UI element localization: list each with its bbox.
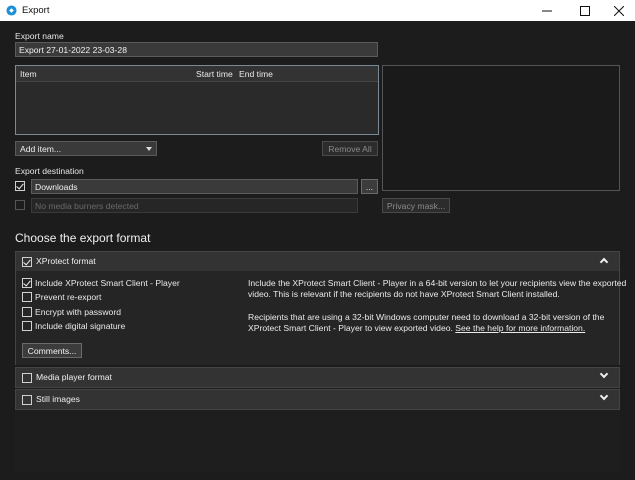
still-images-label: Still images <box>36 394 80 404</box>
prevent-reexport-checkbox[interactable] <box>22 292 32 302</box>
export-destination-label: Export destination <box>15 166 84 176</box>
list-header: Item Start time End time <box>16 66 378 82</box>
title-bar: Export <box>0 0 635 21</box>
maximize-button[interactable] <box>567 0 603 21</box>
encrypt-password-checkbox[interactable] <box>22 307 32 317</box>
preview-pane <box>382 65 620 191</box>
description-line: video. This is relevant if the recipient… <box>248 289 560 299</box>
player-description: Include the XProtect Smart Client - Play… <box>248 278 633 300</box>
include-player-checkbox[interactable] <box>22 278 32 288</box>
media-burner-checkbox[interactable] <box>15 200 25 210</box>
chevron-down-icon <box>146 147 152 151</box>
x32-description: Recipients that are using a 32-bit Windo… <box>248 312 633 334</box>
media-burner-select[interactable]: No media burners detected <box>31 198 358 213</box>
media-burner-placeholder: No media burners detected <box>35 201 139 211</box>
column-item[interactable]: Item <box>20 69 37 79</box>
close-icon <box>614 5 624 16</box>
export-item-list[interactable]: Item Start time End time <box>15 65 379 135</box>
xprotect-format-label: XProtect format <box>36 256 96 266</box>
close-button[interactable] <box>601 0 635 21</box>
media-player-format-label: Media player format <box>36 372 112 382</box>
maximize-icon <box>580 5 590 16</box>
still-images-checkbox[interactable] <box>22 395 32 405</box>
xprotect-format-section-header[interactable]: XProtect format <box>15 251 620 272</box>
description-line: Include the XProtect Smart Client - Play… <box>248 278 627 288</box>
digital-signature-checkbox[interactable] <box>22 321 32 331</box>
empty-bottom-area <box>15 410 620 472</box>
comments-button[interactable]: Comments... <box>22 343 82 358</box>
xprotect-icon <box>6 5 17 16</box>
media-player-format-section-header[interactable]: Media player format <box>15 367 620 388</box>
prevent-reexport-label: Prevent re-export <box>35 292 102 302</box>
privacy-mask-button[interactable]: Privacy mask... <box>382 198 450 213</box>
description-line: Recipients that are using a 32-bit Windo… <box>248 312 605 322</box>
include-player-label: Include XProtect Smart Client - Player <box>35 278 180 288</box>
chevron-down-icon[interactable] <box>599 391 609 401</box>
minimize-button[interactable] <box>529 0 565 21</box>
xprotect-format-checkbox[interactable] <box>22 257 32 267</box>
description-line: XProtect Smart Client - Player to view e… <box>248 323 633 334</box>
description-text: XProtect Smart Client - Player to view e… <box>248 323 453 333</box>
format-heading: Choose the export format <box>15 231 151 245</box>
media-player-format-checkbox[interactable] <box>22 373 32 383</box>
export-name-label: Export name <box>15 31 64 41</box>
minimize-icon <box>542 10 552 11</box>
add-item-label: Add item... <box>20 144 62 154</box>
xprotect-format-options: Include XProtect Smart Client - Player P… <box>15 271 626 365</box>
window-title: Export <box>22 5 50 16</box>
column-start-time[interactable]: Start time <box>196 69 233 79</box>
remove-all-button[interactable]: Remove All <box>322 141 378 156</box>
destination-path-input[interactable]: Downloads <box>31 179 358 194</box>
column-end-time[interactable]: End time <box>239 69 273 79</box>
encrypt-password-label: Encrypt with password <box>35 307 121 317</box>
still-images-section-header[interactable]: Still images <box>15 389 620 410</box>
chevron-up-icon[interactable] <box>599 257 609 267</box>
browse-button[interactable]: ... <box>361 179 378 194</box>
add-item-dropdown[interactable]: Add item... <box>15 141 157 156</box>
destination-checkbox[interactable] <box>15 181 25 191</box>
chevron-down-icon[interactable] <box>599 369 609 379</box>
help-link[interactable]: See the help for more information. <box>455 323 585 333</box>
digital-signature-label: Include digital signature <box>35 321 126 331</box>
export-name-input[interactable]: Export 27-01-2022 23-03-28 <box>15 42 378 57</box>
